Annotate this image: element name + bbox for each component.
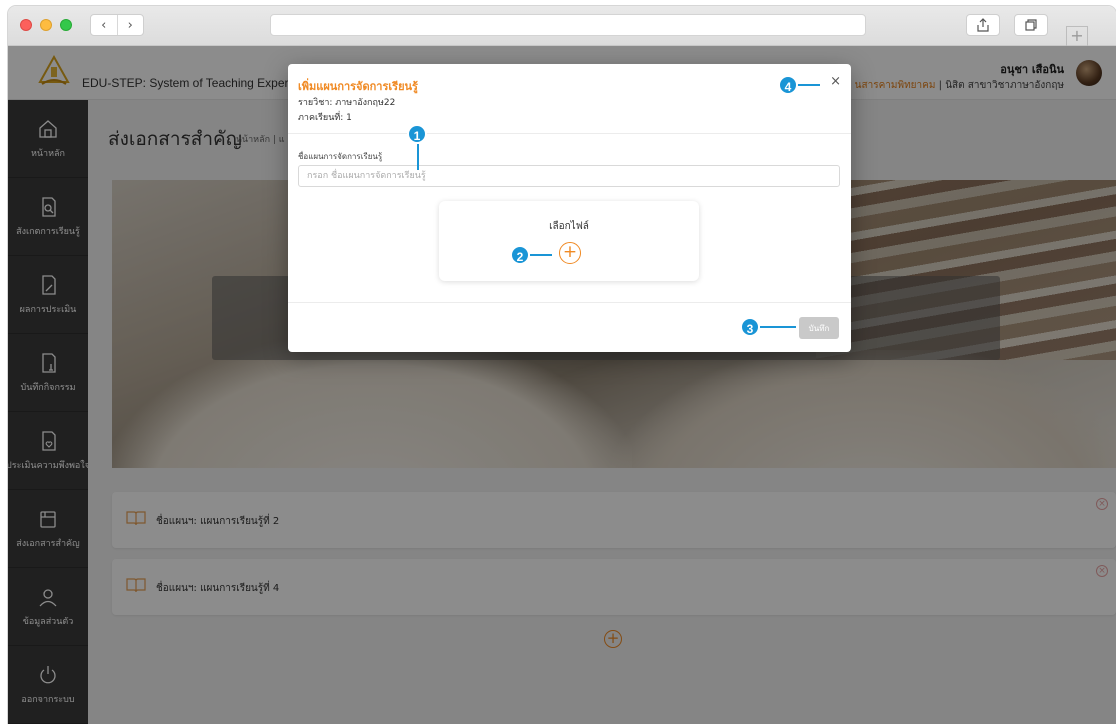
tabs-overview-button[interactable] <box>1014 14 1048 36</box>
add-plan-modal: เพิ่มแผนการจัดการเรียนรู้ รายวิชา: ภาษาอ… <box>288 64 851 352</box>
minimize-window-button[interactable] <box>40 19 52 31</box>
callout-3-line <box>760 326 796 328</box>
share-button[interactable] <box>966 14 1000 36</box>
callout-2-line <box>530 254 552 256</box>
maximize-window-button[interactable] <box>60 19 72 31</box>
file-picker: เลือกไฟล์ + <box>439 201 699 281</box>
browser-toolbar: ‹ › + <box>8 6 1116 46</box>
modal-header: เพิ่มแผนการจัดการเรียนรู้ รายวิชา: ภาษาอ… <box>288 64 851 134</box>
modal-subject: รายวิชา: ภาษาอังกฤษ22 <box>298 98 396 108</box>
close-button[interactable]: × <box>830 74 841 89</box>
add-file-button[interactable]: + <box>559 242 581 264</box>
callout-1-badge: 1 <box>407 124 427 144</box>
callout-4-line <box>796 84 820 86</box>
plan-name-label: ชื่อแผนการจัดการเรียนรู้ <box>298 152 383 161</box>
callout-4-badge: 4 <box>778 75 798 95</box>
save-button[interactable]: บันทึก <box>799 317 839 339</box>
history-nav: ‹ › <box>90 14 144 36</box>
modal-semester: ภาคเรียนที่: 1 <box>298 113 352 123</box>
browser-window: ‹ › + EDU-STEP: System of Teaching Exper… <box>8 6 1116 724</box>
close-window-button[interactable] <box>20 19 32 31</box>
callout-1-line <box>417 144 419 170</box>
modal-title: เพิ่มแผนการจัดการเรียนรู้ <box>298 80 418 93</box>
forward-button[interactable]: › <box>118 15 144 35</box>
new-tab-button[interactable]: + <box>1066 26 1088 46</box>
file-picker-label: เลือกไฟล์ <box>549 221 589 232</box>
share-icon <box>977 18 989 32</box>
callout-3-badge: 3 <box>740 317 760 337</box>
callout-2-badge: 2 <box>510 245 530 265</box>
tabs-icon <box>1025 19 1037 31</box>
plan-name-input[interactable] <box>298 165 840 187</box>
back-button[interactable]: ‹ <box>91 15 118 35</box>
address-bar[interactable] <box>270 14 866 36</box>
